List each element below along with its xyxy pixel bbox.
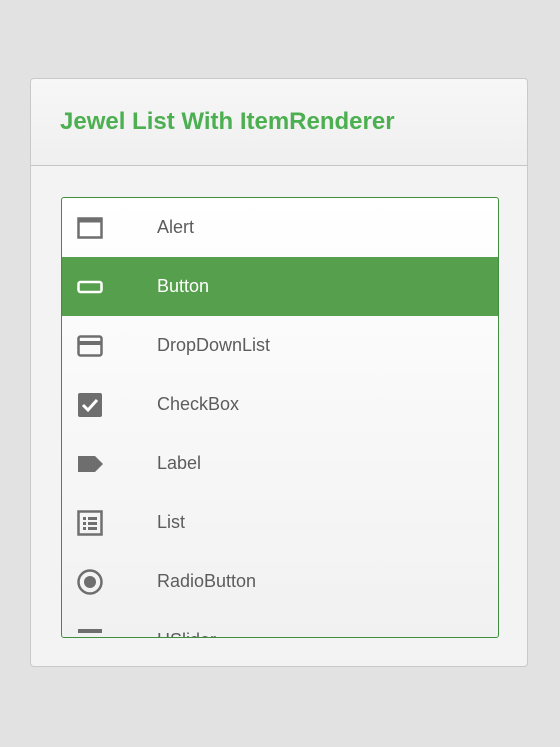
radio-button-icon bbox=[76, 568, 104, 596]
list-panel: Jewel List With ItemRenderer Alert Butto… bbox=[30, 78, 528, 667]
list-item-button[interactable]: Button bbox=[62, 257, 498, 316]
slider-icon bbox=[76, 627, 104, 637]
list-item-label: RadioButton bbox=[157, 571, 257, 591]
list-item-label: Label bbox=[157, 453, 202, 473]
list-icon bbox=[76, 509, 104, 537]
list-item-dropdownlist[interactable]: DropDownList bbox=[62, 316, 498, 375]
list-item-radiobutton[interactable]: RadioButton bbox=[62, 552, 498, 611]
list-item-checkbox[interactable]: CheckBox bbox=[62, 375, 498, 434]
panel-title: Jewel List With ItemRenderer bbox=[60, 108, 395, 135]
label-tag-icon bbox=[76, 450, 104, 478]
list-item-label: DropDownList bbox=[157, 335, 271, 355]
list-item-label: Button bbox=[157, 276, 210, 296]
list-item-label: List bbox=[157, 512, 186, 532]
button-icon bbox=[76, 273, 104, 301]
list-item-list[interactable]: List bbox=[62, 493, 498, 552]
list-item-alert[interactable]: Alert bbox=[62, 198, 498, 257]
list-item-label: CheckBox bbox=[157, 394, 240, 414]
dropdown-list-icon bbox=[76, 332, 104, 360]
list-item-hslider[interactable]: HSlider bbox=[62, 611, 498, 637]
component-list[interactable]: Alert Button DropDownList CheckBox Label… bbox=[61, 197, 499, 638]
checkbox-icon bbox=[76, 391, 104, 419]
alert-window-icon bbox=[76, 214, 104, 242]
panel-header: Jewel List With ItemRenderer bbox=[31, 79, 527, 166]
list-item-label: Alert bbox=[157, 217, 195, 237]
list-item-label: HSlider bbox=[157, 630, 216, 637]
list-item-label-component[interactable]: Label bbox=[62, 434, 498, 493]
